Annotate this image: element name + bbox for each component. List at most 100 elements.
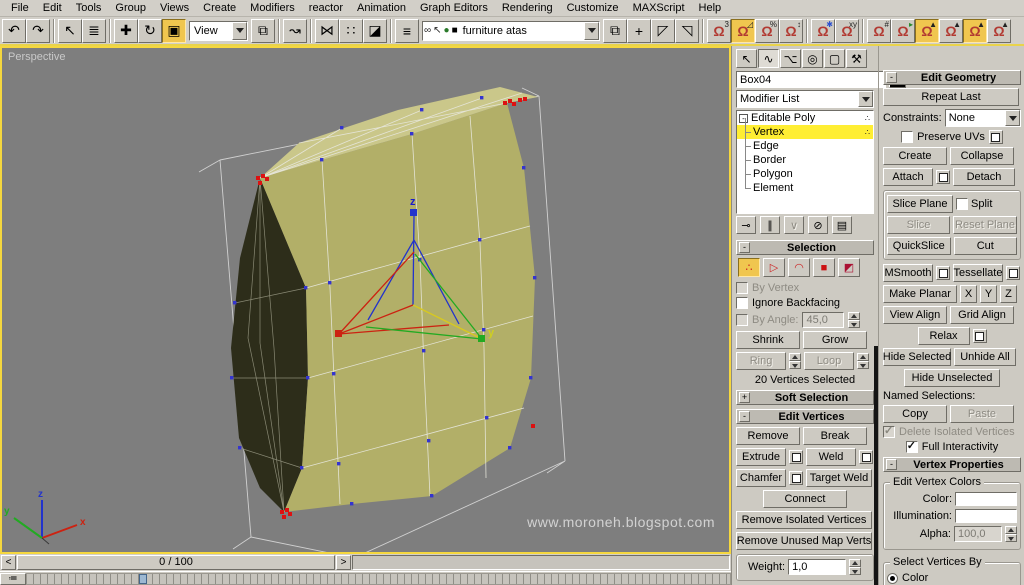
- vertex-color-swatch[interactable]: [955, 492, 1017, 506]
- pin-stack-button[interactable]: ⊸: [736, 216, 756, 234]
- remove-modifier-button[interactable]: ⊘: [808, 216, 828, 234]
- snap-point-toggle-icon[interactable]: Ω ▸: [891, 18, 915, 43]
- collapse-icon[interactable]: -: [739, 242, 750, 253]
- dropdown-arrow-icon[interactable]: [584, 21, 599, 40]
- menu-group[interactable]: Group: [108, 2, 153, 14]
- named-selection-sets-dropdown[interactable]: ∞ ↖ ● ■ furniture atas: [422, 20, 600, 41]
- motion-tab[interactable]: ◎: [802, 49, 823, 68]
- attach-button[interactable]: Attach: [883, 168, 933, 186]
- weld-button[interactable]: Weld: [806, 448, 856, 466]
- attach-settings-button[interactable]: [936, 170, 950, 184]
- remove-button[interactable]: Remove: [736, 427, 800, 445]
- select-by-color-radio[interactable]: [887, 572, 898, 584]
- gizmo-z-handle[interactable]: [410, 209, 417, 216]
- layer-manager-icon[interactable]: ≡: [395, 18, 419, 43]
- previous-frame-button[interactable]: <: [1, 555, 16, 570]
- soft-selection-rollout-header[interactable]: + Soft Selection: [736, 390, 874, 405]
- element-mode-icon[interactable]: ◩: [838, 258, 860, 277]
- create-tab[interactable]: ↖: [736, 49, 757, 68]
- split-checkbox[interactable]: [956, 198, 968, 210]
- constraints-dropdown[interactable]: None: [944, 109, 1021, 127]
- menu-rendering[interactable]: Rendering: [495, 2, 560, 14]
- select-object-icon[interactable]: ↖: [58, 18, 82, 43]
- msmooth-settings-button[interactable]: [936, 266, 950, 280]
- modifier-list-dropdown[interactable]: Modifier List: [736, 90, 874, 108]
- snap-face-toggle-icon[interactable]: Ω ▲: [963, 18, 987, 43]
- spinner-snap-toggle-icon[interactable]: Ω ↕: [779, 18, 803, 43]
- by-angle-spinner[interactable]: [848, 312, 861, 328]
- eraser-icon[interactable]: ◪: [363, 18, 387, 43]
- menu-graph-editors[interactable]: Graph Editors: [413, 2, 495, 14]
- configure-modifier-sets-button[interactable]: ▤: [832, 216, 852, 234]
- undo-icon[interactable]: ↶: [2, 18, 26, 43]
- repeat-last-button[interactable]: Repeat Last: [883, 88, 1019, 106]
- menu-animation[interactable]: Animation: [350, 2, 413, 14]
- time-slider-track[interactable]: [352, 555, 730, 570]
- reset-plane-button[interactable]: Reset Plane: [953, 216, 1017, 234]
- viewport-label[interactable]: Perspective: [8, 51, 65, 63]
- grid-align-button[interactable]: Grid Align: [950, 306, 1014, 324]
- stack-item-vertex[interactable]: Vertex ∴: [737, 118, 873, 139]
- use-pivot-center-icon[interactable]: ⧉: [251, 18, 275, 43]
- trackbar-ruler[interactable]: [26, 572, 731, 585]
- slice-button[interactable]: Slice: [887, 216, 950, 234]
- relax-settings-button[interactable]: [972, 329, 987, 343]
- mini-curve-editor-button[interactable]: ≔: [0, 572, 26, 585]
- paste-named-selection-button[interactable]: Paste: [950, 405, 1014, 423]
- weld-settings-button[interactable]: [859, 450, 873, 464]
- grow-button[interactable]: Grow: [803, 331, 867, 349]
- quickslice-button[interactable]: QuickSlice: [887, 237, 951, 255]
- select-move-icon[interactable]: ✚: [114, 18, 138, 43]
- cut-button[interactable]: Cut: [953, 237, 1017, 255]
- viewport-perspective[interactable]: z y z x y Perspective www.moroneh.blogsp…: [0, 46, 731, 559]
- vertex-properties-rollout-header[interactable]: - Vertex Properties: [883, 457, 1021, 472]
- view-align-button[interactable]: View Align: [883, 306, 947, 324]
- percent-snap-toggle-icon[interactable]: Ω%: [755, 18, 779, 43]
- next-frame-button[interactable]: >: [336, 555, 351, 570]
- command-panel-scrollbar[interactable]: [874, 346, 878, 585]
- create-button[interactable]: Create: [883, 147, 947, 165]
- modify-tab[interactable]: ∿: [758, 49, 779, 68]
- gizmo-x-handle[interactable]: [335, 330, 342, 337]
- hide-selected-button[interactable]: Hide Selected: [883, 348, 951, 366]
- select-instances-icon[interactable]: ◹: [675, 18, 699, 43]
- mirror-icon[interactable]: ⋈: [315, 18, 339, 43]
- object-name-field[interactable]: [736, 71, 886, 88]
- collapse-icon[interactable]: -: [886, 72, 897, 83]
- modifier-list-arrow-icon[interactable]: [858, 91, 873, 107]
- select-similar-icon[interactable]: ◸: [651, 18, 675, 43]
- delete-isolated-vertices-checkbox[interactable]: [883, 424, 895, 438]
- utilities-tab[interactable]: ⚒: [846, 49, 867, 68]
- menu-help[interactable]: Help: [692, 2, 729, 14]
- snap-vertex-toggle-icon[interactable]: Ω ▲: [915, 18, 939, 43]
- chamfer-button[interactable]: Chamfer: [736, 469, 786, 487]
- make-planar-z-button[interactable]: Z: [1000, 285, 1017, 303]
- array-icon[interactable]: ∷: [339, 18, 363, 43]
- vertex-mode-icon[interactable]: ∴: [738, 258, 760, 277]
- remove-isolated-vertices-button[interactable]: Remove Isolated Vertices: [736, 511, 872, 529]
- weight-field[interactable]: 1,0: [788, 559, 847, 575]
- expand-icon[interactable]: +: [739, 392, 750, 403]
- detach-button[interactable]: Detach: [953, 168, 1015, 186]
- hide-unselected-button[interactable]: Hide Unselected: [904, 369, 1000, 387]
- preserve-uvs-checkbox[interactable]: [901, 131, 914, 143]
- make-planar-y-button[interactable]: Y: [980, 285, 997, 303]
- menu-maxscript[interactable]: MAXScript: [626, 2, 692, 14]
- redo-icon[interactable]: ↷: [26, 18, 50, 43]
- menu-views[interactable]: Views: [153, 2, 196, 14]
- stack-item-polygon[interactable]: Polygon: [737, 160, 873, 181]
- display-tab[interactable]: ▢: [824, 49, 845, 68]
- stack-item-edge[interactable]: Edge: [737, 132, 873, 153]
- by-angle-checkbox[interactable]: [736, 314, 748, 326]
- alpha-field[interactable]: 100,0: [954, 526, 1002, 542]
- connect-button[interactable]: Connect: [763, 490, 847, 508]
- stack-item-border[interactable]: Border: [737, 146, 873, 167]
- full-interactivity-checkbox[interactable]: [905, 439, 918, 453]
- snap-edge-toggle-icon[interactable]: Ω ▲: [939, 18, 963, 43]
- chamfer-settings-button[interactable]: [789, 471, 803, 485]
- snap-freeze-toggle-icon[interactable]: Ω ✱: [811, 18, 835, 43]
- by-vertex-checkbox[interactable]: [736, 282, 748, 294]
- relax-button[interactable]: Relax: [917, 327, 970, 345]
- ring-button[interactable]: Ring: [736, 352, 786, 370]
- slice-plane-button[interactable]: Slice Plane: [887, 195, 953, 213]
